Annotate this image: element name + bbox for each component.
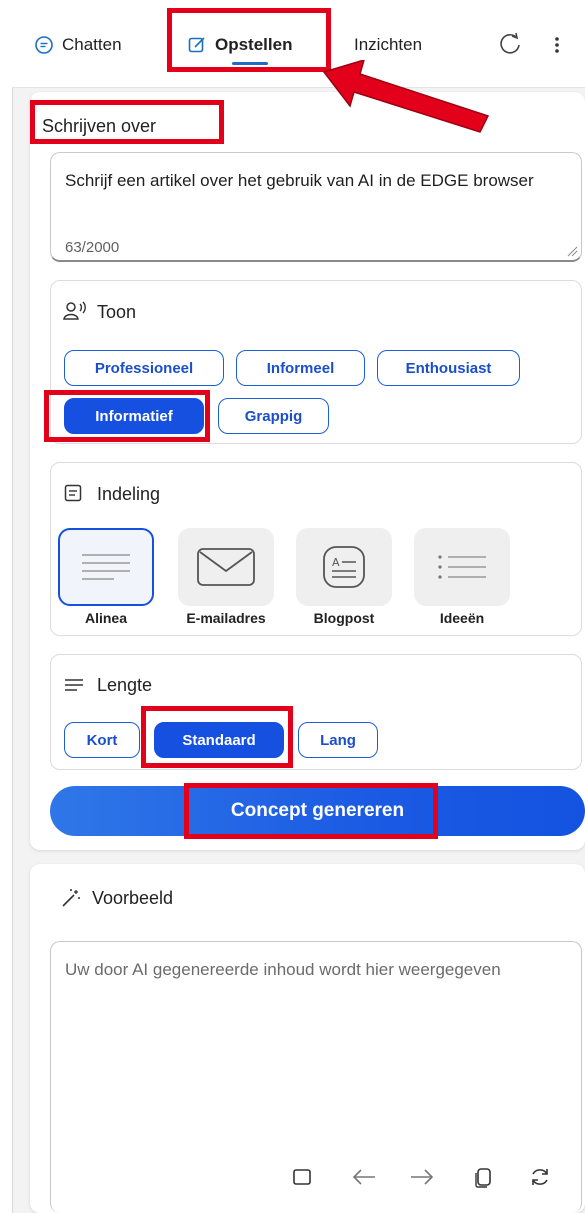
preview-placeholder: Uw door AI gegenereerde inhoud wordt hie… xyxy=(65,960,501,979)
tab-inzichten[interactable]: Inzichten xyxy=(354,30,422,60)
list-icon xyxy=(438,555,486,579)
prompt-value: Schrijf een artikel over het gebruik van… xyxy=(65,171,534,190)
svg-text:A: A xyxy=(332,556,340,569)
format-title: Indeling xyxy=(97,484,161,504)
copy-icon[interactable] xyxy=(472,1165,496,1189)
format-option-ideeen[interactable] xyxy=(414,528,510,606)
blog-icon: A xyxy=(323,546,365,588)
tone-option-professioneel[interactable]: Professioneel xyxy=(64,350,224,386)
forward-arrow-icon[interactable] xyxy=(408,1165,436,1189)
compose-icon xyxy=(188,37,205,53)
paragraph-icon xyxy=(82,554,130,580)
length-icon xyxy=(65,679,83,691)
resize-grip-icon[interactable] xyxy=(566,245,578,257)
length-option-kort[interactable]: Kort xyxy=(64,722,140,758)
tab-chatten[interactable]: Chatten xyxy=(34,30,122,60)
format-icon xyxy=(64,484,82,502)
format-label-email: E-mailadres xyxy=(186,610,266,626)
tone-option-informatief[interactable]: Informatief xyxy=(64,398,204,434)
tone-option-informeel[interactable]: Informeel xyxy=(236,350,365,386)
char-count: 63/2000 xyxy=(65,239,120,256)
mail-icon xyxy=(197,548,255,586)
voice-icon xyxy=(63,301,86,320)
generate-draft-button[interactable]: Concept genereren xyxy=(50,786,585,836)
write-about-title: Schrijven over xyxy=(42,116,157,136)
stop-icon[interactable] xyxy=(290,1165,314,1189)
prompt-textarea[interactable]: Schrijf een artikel over het gebruik van… xyxy=(50,152,582,262)
preview-output: Uw door AI gegenereerde inhoud wordt hie… xyxy=(50,941,582,1213)
tone-title: Toon xyxy=(97,302,137,322)
more-options-icon[interactable] xyxy=(552,30,562,58)
tab-inzichten-label: Inzichten xyxy=(354,35,423,54)
regenerate-icon[interactable] xyxy=(528,1165,552,1189)
tab-opstellen[interactable]: Opstellen xyxy=(187,30,292,60)
length-option-lang[interactable]: Lang xyxy=(298,722,378,758)
format-label-ideeen: Ideeën xyxy=(439,610,485,626)
tab-opstellen-label: Opstellen xyxy=(215,35,293,54)
tone-option-enthousiast[interactable]: Enthousiast xyxy=(377,350,520,386)
length-option-standaard[interactable]: Standaard xyxy=(154,722,284,758)
chat-icon xyxy=(35,36,53,54)
active-tab-indicator xyxy=(232,62,268,65)
refresh-icon[interactable] xyxy=(497,30,523,58)
length-title: Lengte xyxy=(97,675,153,695)
format-option-blogpost[interactable]: A xyxy=(296,528,392,606)
tone-option-grappig[interactable]: Grappig xyxy=(218,398,329,434)
format-label-blogpost: Blogpost xyxy=(313,610,375,626)
annotation-arrow xyxy=(322,60,490,133)
back-arrow-icon[interactable] xyxy=(350,1165,378,1189)
magic-wand-icon xyxy=(62,889,80,907)
format-option-email[interactable] xyxy=(178,528,274,606)
tab-chatten-label: Chatten xyxy=(62,35,122,54)
format-option-alinea[interactable] xyxy=(58,528,154,606)
format-label-alinea: Alinea xyxy=(84,610,127,626)
preview-title: Voorbeeld xyxy=(92,888,174,908)
tab-bar: Chatten Opstellen Inzichten xyxy=(12,0,585,88)
